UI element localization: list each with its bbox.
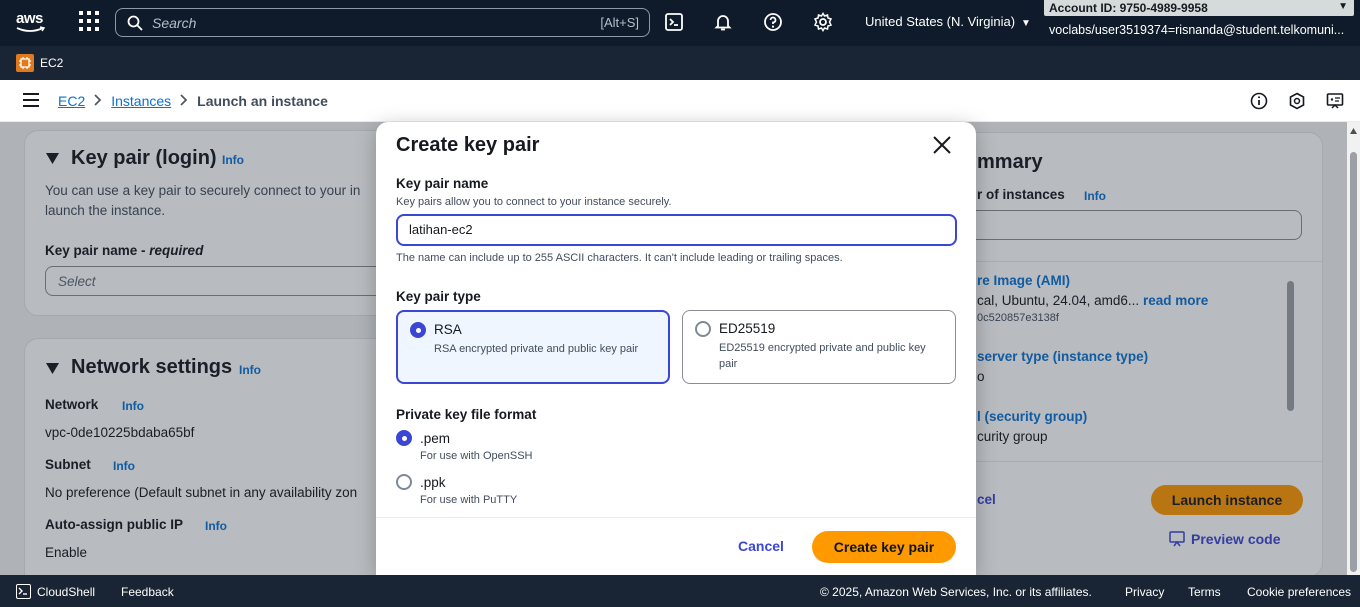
terms-link[interactable]: Terms (1188, 585, 1221, 599)
ed25519-radio[interactable] (695, 321, 711, 337)
service-bar: EC2 (0, 46, 1360, 80)
pem-description: For use with OpenSSH (420, 450, 533, 462)
rsa-radio[interactable] (410, 322, 426, 338)
page-scrollbar[interactable] (1347, 122, 1360, 575)
rsa-description: RSA encrypted private and public key pai… (434, 343, 639, 355)
settings-gear-icon[interactable] (813, 12, 835, 34)
search-icon (127, 15, 143, 31)
cancel-button[interactable]: Cancel (738, 538, 784, 554)
breadcrumb-bar: EC2 Instances Launch an instance (0, 80, 1360, 122)
ppk-title[interactable]: .ppk (420, 475, 446, 490)
key-pair-type-label: Key pair type (396, 289, 481, 304)
security-hex-icon[interactable] (1288, 92, 1306, 110)
feedback-tool-icon[interactable] (1326, 92, 1344, 110)
close-icon[interactable] (932, 135, 954, 157)
search-shortcut: [Alt+S] (600, 15, 639, 30)
scrollbar-thumb[interactable] (1350, 152, 1357, 572)
key-type-ed25519-option[interactable]: ED25519 ED25519 encrypted private and pu… (682, 310, 956, 384)
help-icon[interactable] (763, 12, 785, 34)
ed25519-title: ED25519 (719, 321, 776, 336)
search-placeholder: Search (152, 15, 197, 31)
key-pair-name-description: Key pairs allow you to connect to your i… (396, 196, 672, 208)
footer-bar: CloudShell Feedback © 2025, Amazon Web S… (0, 575, 1360, 607)
key-type-rsa-option[interactable]: RSA RSA encrypted private and public key… (396, 310, 670, 384)
key-pair-name-hint: The name can include up to 255 ASCII cha… (396, 252, 843, 264)
breadcrumb-ec2[interactable]: EC2 (58, 93, 85, 109)
pem-title[interactable]: .pem (420, 431, 450, 446)
cookie-preferences-link[interactable]: Cookie preferences (1247, 585, 1351, 599)
account-id-badge[interactable]: Account ID: 9750-4989-9958 ▼ (1044, 0, 1354, 16)
breadcrumb-instances[interactable]: Instances (111, 93, 171, 109)
hamburger-menu-icon[interactable] (23, 93, 39, 112)
cloudshell-link[interactable]: CloudShell (37, 585, 95, 599)
scroll-up-icon[interactable] (1350, 128, 1357, 134)
aws-logo-text: aws (16, 10, 43, 27)
search-input[interactable]: Search [Alt+S] (115, 8, 650, 37)
aws-logo[interactable]: aws (16, 10, 48, 36)
modal-title: Create key pair (396, 134, 540, 156)
cloudshell-icon[interactable] (664, 12, 686, 34)
privacy-link[interactable]: Privacy (1125, 585, 1164, 599)
caret-down-icon: ▼ (1021, 18, 1031, 29)
create-key-pair-button[interactable]: Create key pair (812, 531, 956, 563)
services-grid-icon[interactable] (78, 10, 102, 34)
create-key-pair-modal: Create key pair Key pair name Key pairs … (376, 122, 976, 575)
account-id: Account ID: 9750-4989-9958 (1049, 1, 1208, 15)
caret-down-icon: ▼ (1338, 1, 1348, 12)
rsa-title: RSA (434, 322, 462, 337)
ec2-service-icon (16, 54, 34, 72)
key-pair-name-input[interactable]: latihan-ec2 (396, 214, 957, 246)
top-navigation: aws Search [Alt+S] United States (N. Vir… (0, 0, 1360, 46)
breadcrumb: EC2 Instances Launch an instance (58, 93, 328, 109)
ppk-radio[interactable] (396, 474, 412, 490)
notifications-bell-icon[interactable] (713, 12, 735, 34)
cloudshell-icon[interactable] (16, 584, 31, 599)
pem-radio[interactable] (396, 430, 412, 446)
key-pair-name-label: Key pair name (396, 176, 489, 191)
key-pair-name-value: latihan-ec2 (409, 222, 473, 237)
ed25519-description: ED25519 encrypted private and public key… (719, 342, 926, 370)
aws-smile-icon (16, 26, 46, 32)
ppk-description: For use with PuTTY (420, 494, 518, 506)
chevron-right-icon (94, 93, 102, 109)
region-label: United States (N. Virginia) (865, 14, 1016, 29)
user-name[interactable]: voclabs/user3519374=risnanda@student.tel… (1049, 23, 1354, 37)
feedback-link[interactable]: Feedback (121, 585, 174, 599)
private-key-format-label: Private key file format (396, 407, 537, 422)
service-shortcut-ec2[interactable]: EC2 (40, 56, 63, 70)
modal-footer: Cancel Create key pair (376, 517, 976, 575)
chevron-right-icon (180, 93, 188, 109)
info-panel-icon[interactable] (1250, 92, 1268, 110)
region-selector[interactable]: United States (N. Virginia) ▼ (865, 14, 1031, 29)
copyright-text: © 2025, Amazon Web Services, Inc. or its… (820, 585, 1092, 599)
breadcrumb-current: Launch an instance (197, 93, 328, 109)
